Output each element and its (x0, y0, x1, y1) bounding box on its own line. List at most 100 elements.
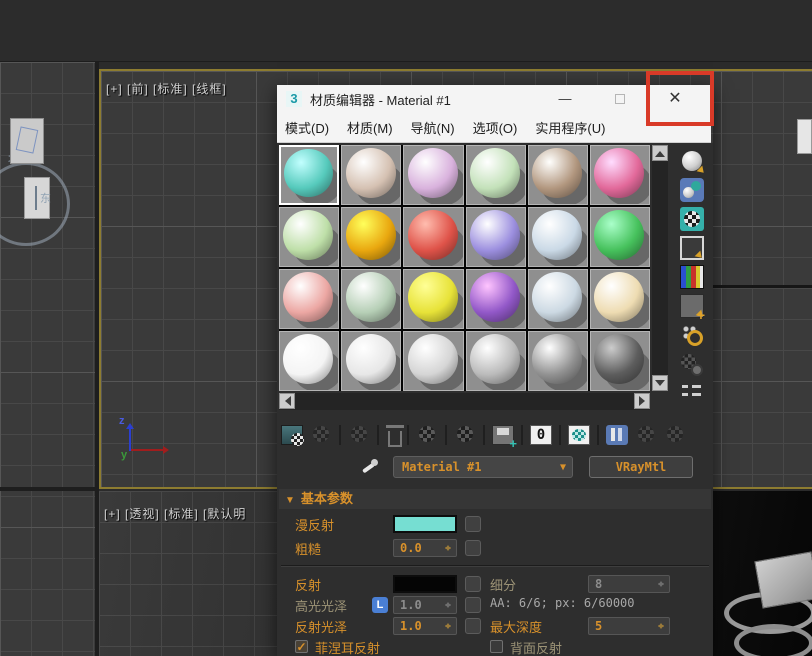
rollout-basic-parameters[interactable]: ▼ 基本参数 (279, 489, 711, 509)
sample-slot-22[interactable] (465, 331, 526, 391)
highlight-gloss-map-button[interactable] (465, 597, 481, 613)
material-name-dropdown[interactable]: Material #1 ▼ (393, 456, 573, 478)
material-type-button[interactable]: VRayMtl (589, 456, 693, 478)
video-color-check-icon[interactable] (680, 265, 704, 289)
sample-slot-19[interactable] (279, 331, 340, 391)
material-id-icon[interactable]: 0 (530, 425, 552, 445)
subdivs-spinner[interactable]: 8 (588, 575, 670, 593)
sample-uv-tiling-icon[interactable] (680, 236, 704, 260)
go-forward-sibling-icon[interactable] (664, 425, 686, 445)
go-to-parent-icon[interactable] (635, 425, 657, 445)
sample-slot-17[interactable] (527, 269, 588, 329)
sample-slot-6[interactable] (589, 145, 650, 205)
checkbox-row: ✓ 菲涅耳反射 背面反射 (277, 638, 713, 656)
toolbar-separator (407, 425, 409, 445)
show-in-viewport-icon[interactable] (568, 425, 590, 445)
sample-slot-1[interactable] (279, 145, 340, 205)
highlight-lock-button[interactable]: L (372, 597, 388, 613)
fresnel-checkbox[interactable]: ✓ (295, 640, 308, 653)
make-preview-icon[interactable] (680, 294, 705, 323)
sample-type-sphere-icon[interactable] (680, 149, 704, 173)
minimize-button[interactable]: — (542, 85, 588, 113)
scroll-down-button[interactable] (652, 375, 668, 391)
sample-slot-13[interactable] (279, 269, 340, 329)
menu-mode[interactable]: 模式(D) (285, 118, 329, 137)
right-toolbar (671, 149, 713, 405)
sample-slot-18[interactable] (589, 269, 650, 329)
sample-slot-3[interactable] (403, 145, 464, 205)
viewport-front-label[interactable]: [+] [前] [标准] [线框] (106, 80, 227, 97)
sample-slot-12[interactable] (589, 207, 650, 267)
viewport-splitter-horizontal[interactable] (0, 487, 99, 491)
scene-object-partial (797, 119, 812, 154)
select-by-material-icon[interactable] (680, 352, 704, 376)
sample-slot-11[interactable] (527, 207, 588, 267)
scene-object-box-2 (10, 118, 44, 164)
highlight-gloss-label: 高光光泽 (295, 599, 348, 614)
reflect-row: 反射 细分 8 (277, 575, 713, 595)
sample-slot-8[interactable] (341, 207, 402, 267)
make-unique-icon[interactable] (454, 425, 476, 445)
material-sphere (407, 210, 458, 261)
roughness-value: 0.0 (400, 541, 422, 555)
show-end-result-icon[interactable] (606, 425, 628, 445)
material-sphere (469, 148, 520, 199)
slots-vscroll-track[interactable] (652, 145, 668, 391)
reflect-map-button[interactable] (465, 576, 481, 592)
reflect-color-swatch[interactable] (393, 575, 457, 593)
sample-slot-24[interactable] (589, 331, 650, 391)
viewport-left[interactable]: 北 东 (0, 62, 95, 656)
sample-slot-16[interactable] (465, 269, 526, 329)
material-editor-body: 0 Material #1 ▼ VRayMtl ▼ 基本参数 漫反射 (277, 143, 713, 656)
sample-slot-15[interactable] (403, 269, 464, 329)
sample-slot-14[interactable] (341, 269, 402, 329)
highlight-gloss-value: 1.0 (400, 598, 422, 612)
max-depth-spinner[interactable]: 5 (588, 617, 670, 635)
sample-slot-21[interactable] (403, 331, 464, 391)
highlight-gloss-spinner[interactable]: 1.0 (393, 596, 457, 614)
scroll-right-button[interactable] (634, 393, 650, 409)
roughness-map-button[interactable] (465, 540, 481, 556)
chevron-down-icon: ▼ (559, 462, 566, 473)
max-depth-value: 5 (595, 619, 603, 633)
material-map-navigator-icon[interactable] (680, 381, 704, 405)
scroll-left-button[interactable] (279, 393, 295, 409)
pick-material-eyedropper-icon[interactable] (359, 457, 379, 477)
maximize-button[interactable] (597, 85, 643, 113)
backlight-icon[interactable] (680, 178, 704, 202)
sample-slot-9[interactable] (403, 207, 464, 267)
menu-options[interactable]: 选项(O) (473, 118, 518, 137)
reflect-gloss-spinner[interactable]: 1.0 (393, 617, 457, 635)
axis-y-label: y (121, 449, 128, 461)
reflect-gloss-map-button[interactable] (465, 618, 481, 634)
viewport-persp-label[interactable]: [+] [透视] [标准] [默认明 (104, 505, 246, 522)
menu-utilities[interactable]: 实用程序(U) (535, 118, 605, 137)
put-to-scene-icon[interactable] (310, 425, 332, 445)
put-to-library-icon[interactable] (492, 425, 517, 451)
diffuse-color-swatch[interactable] (393, 515, 457, 533)
menu-material[interactable]: 材质(M) (347, 118, 393, 137)
sample-slot-4[interactable] (465, 145, 526, 205)
material-name-row: Material #1 ▼ VRayMtl (277, 455, 713, 479)
reflect-gloss-value: 1.0 (400, 619, 422, 633)
diffuse-map-button[interactable] (465, 516, 481, 532)
toolbar-separator (483, 425, 485, 445)
sample-slot-23[interactable] (527, 331, 588, 391)
sample-slot-7[interactable] (279, 207, 340, 267)
assign-to-selection-icon[interactable] (348, 425, 370, 445)
menu-navigation[interactable]: 导航(N) (411, 118, 455, 137)
roughness-spinner[interactable]: 0.0 (393, 539, 457, 557)
get-material-icon[interactable] (281, 425, 304, 446)
options-icon[interactable] (680, 323, 704, 347)
slots-hscroll-track[interactable] (279, 393, 650, 410)
reset-material-icon[interactable] (386, 425, 404, 447)
backside-checkbox[interactable] (490, 640, 503, 653)
make-copy-icon[interactable] (416, 425, 438, 445)
sample-slot-5[interactable] (527, 145, 588, 205)
sample-slot-10[interactable] (465, 207, 526, 267)
annotation-highlight-close (646, 71, 714, 126)
background-icon[interactable] (680, 207, 704, 231)
sample-slot-20[interactable] (341, 331, 402, 391)
scroll-up-button[interactable] (652, 145, 668, 161)
sample-slot-2[interactable] (341, 145, 402, 205)
